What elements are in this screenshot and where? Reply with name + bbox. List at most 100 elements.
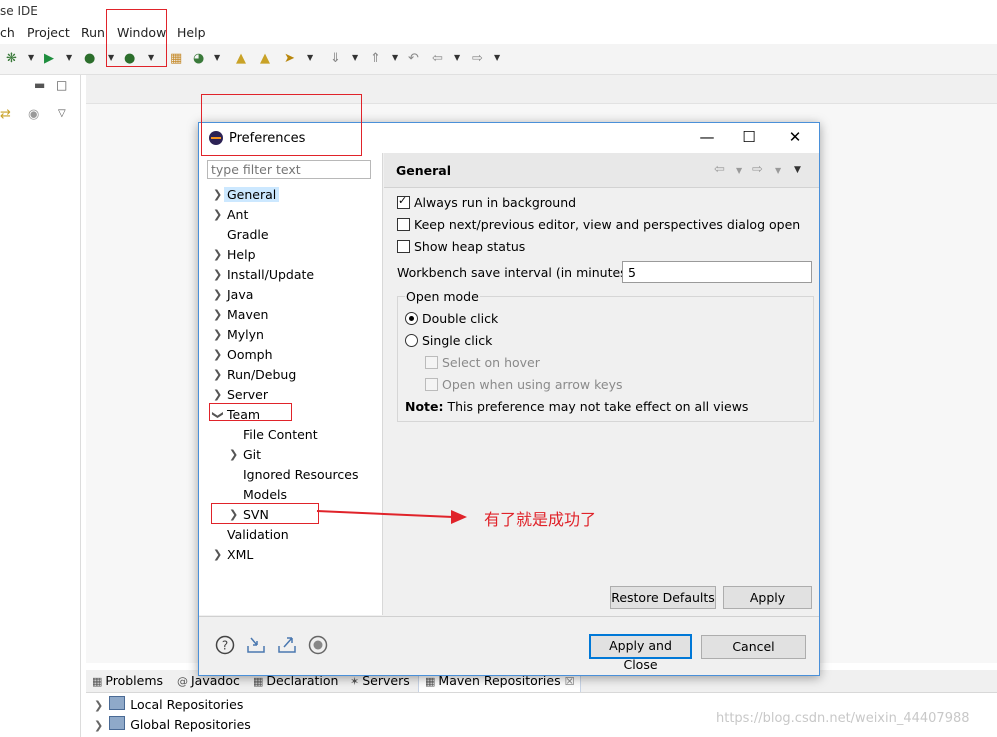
chevron-down-icon[interactable]: ▼ (352, 53, 358, 62)
chevron-right-icon[interactable]: ❯ (213, 266, 222, 284)
chevron-down-icon[interactable]: ▼ (66, 53, 72, 62)
link-editor-icon[interactable]: ⇄ (0, 107, 11, 122)
keep-next-prev-checkbox[interactable]: Keep next/previous editor, view and pers… (397, 217, 800, 232)
tree-item-general[interactable]: ❯ General (213, 186, 280, 204)
forward-icon[interactable]: ⇨ (472, 51, 483, 67)
tree-item-file-content[interactable]: File Content (243, 426, 318, 444)
chevron-right-icon[interactable]: ❯ (229, 446, 238, 464)
next-annotation-icon[interactable]: ⇓ (330, 51, 341, 67)
apply-button[interactable]: Apply (723, 586, 812, 609)
chevron-down-icon[interactable]: ▼ (775, 166, 781, 175)
tree-item-validation[interactable]: Validation (227, 526, 289, 544)
menu-search[interactable]: ch (0, 25, 15, 40)
tree-item-java[interactable]: ❯ Java (213, 286, 253, 304)
import-icon[interactable] (246, 635, 266, 655)
chevron-right-icon[interactable]: ❯ (213, 546, 222, 564)
export-icon[interactable] (277, 635, 297, 655)
show-heap-checkbox[interactable]: Show heap status (397, 239, 525, 254)
view-menu-icon[interactable]: ▽ (58, 108, 66, 119)
minimize-icon[interactable]: ▬ (34, 78, 45, 92)
back-icon[interactable]: ⇦ (714, 162, 725, 177)
forward-icon[interactable]: ⇨ (752, 162, 763, 177)
checkbox-checked-icon[interactable] (397, 194, 410, 209)
chevron-right-icon[interactable]: ❯ (213, 206, 222, 224)
tree-item-server[interactable]: ❯ Server (213, 386, 268, 404)
menu-run[interactable]: Run (81, 25, 105, 40)
chevron-right-icon[interactable]: ❯ (213, 386, 222, 404)
tree-item-mylyn[interactable]: ❯ Mylyn (213, 326, 264, 344)
coverage-icon[interactable]: ● (84, 51, 95, 67)
tree-item-global-repositories[interactable]: ❯ Global Repositories (94, 716, 251, 732)
open-folder-icon[interactable]: ▲ (260, 51, 270, 67)
package-icon[interactable]: ▦ (170, 51, 182, 67)
chevron-right-icon[interactable]: ❯ (94, 699, 103, 712)
tree-item-models[interactable]: Models (243, 486, 287, 504)
checkbox-icon[interactable] (425, 356, 438, 369)
tree-item-oomph[interactable]: ❯ Oomph (213, 346, 273, 364)
tree-item-ant[interactable]: ❯ Ant (213, 206, 248, 224)
chevron-right-icon[interactable]: ❯ (94, 719, 103, 732)
double-click-radio[interactable]: Double click (405, 311, 498, 326)
checkbox-icon[interactable] (425, 378, 438, 391)
back-icon[interactable]: ⇦ (432, 51, 443, 67)
chevron-right-icon[interactable]: ❯ (213, 186, 222, 204)
chevron-right-icon[interactable]: ❯ (213, 306, 222, 324)
repository-icon (109, 716, 126, 730)
radio-icon[interactable] (405, 334, 418, 347)
new-class-icon[interactable]: ◕ (193, 51, 204, 67)
always-run-background-checkbox[interactable]: Always run in background (397, 194, 576, 210)
save-interval-input[interactable] (622, 261, 812, 283)
menu-help[interactable]: Help (177, 25, 206, 40)
single-click-radio[interactable]: Single click (405, 333, 492, 348)
chevron-right-icon[interactable]: ❯ (213, 346, 222, 364)
minimize-button[interactable]: — (695, 127, 719, 147)
tree-item-install-update[interactable]: ❯ Install/Update (213, 266, 314, 284)
chevron-down-icon[interactable]: ▼ (28, 53, 34, 62)
tree-item-maven[interactable]: ❯ Maven (213, 306, 268, 324)
chevron-down-icon[interactable]: ▼ (736, 166, 742, 175)
prev-annotation-icon[interactable]: ⇑ (370, 51, 381, 67)
maximize-button[interactable]: ☐ (737, 127, 761, 147)
filter-input[interactable] (207, 160, 371, 179)
maximize-icon[interactable]: □ (56, 78, 67, 92)
chevron-right-icon[interactable]: ❯ (213, 326, 222, 344)
checkbox-icon[interactable] (397, 240, 410, 253)
note-text: Note: This preference may not take effec… (405, 399, 749, 414)
watermark: https://blog.csdn.net/weixin_44407988 (716, 711, 970, 726)
chevron-down-icon[interactable]: ▼ (454, 53, 460, 62)
debug-icon[interactable]: ❋ (6, 51, 17, 67)
menu-project[interactable]: Project (27, 25, 70, 40)
record-icon[interactable] (308, 635, 328, 655)
chevron-down-icon[interactable]: ▼ (214, 53, 220, 62)
radio-selected-icon[interactable] (405, 312, 418, 325)
checkbox-icon[interactable] (397, 218, 410, 231)
chevron-right-icon[interactable]: ❯ (213, 366, 222, 384)
tree-item-run-debug[interactable]: ❯ Run/Debug (213, 366, 296, 384)
tree-item-help[interactable]: ❯ Help (213, 246, 256, 264)
chevron-down-icon[interactable]: ▼ (307, 53, 313, 62)
search-icon[interactable]: ➤ (284, 51, 295, 67)
help-icon[interactable]: ? (215, 635, 235, 655)
view-menu-icon[interactable]: ▼ (794, 165, 801, 175)
open-type-icon[interactable]: ▲ (236, 51, 246, 67)
last-edit-icon[interactable]: ↶ (408, 51, 419, 67)
collapse-icon[interactable]: ◉ (28, 107, 39, 122)
tree-item-xml[interactable]: ❯ XML (213, 546, 253, 564)
run-icon[interactable]: ▶ (44, 51, 54, 67)
chevron-down-icon[interactable]: ▼ (392, 53, 398, 62)
tree-item-git[interactable]: ❯ Git (229, 446, 261, 464)
close-button[interactable]: ✕ (783, 127, 807, 147)
tree-item-gradle[interactable]: Gradle (227, 226, 269, 244)
tab-problems[interactable]: ▦ Problems (92, 673, 163, 688)
select-on-hover-checkbox[interactable]: Select on hover (425, 355, 540, 370)
open-arrow-keys-checkbox[interactable]: Open when using arrow keys (425, 377, 623, 392)
chevron-down-icon[interactable]: ▼ (494, 53, 500, 62)
apply-and-close-button[interactable]: Apply and Close (589, 634, 692, 672)
restore-defaults-button[interactable]: Restore Defaults (610, 586, 716, 609)
close-icon[interactable]: ☒ (565, 675, 575, 688)
chevron-right-icon[interactable]: ❯ (213, 246, 222, 264)
chevron-right-icon[interactable]: ❯ (213, 286, 222, 304)
tree-item-local-repositories[interactable]: ❯ Local Repositories (94, 696, 243, 712)
tree-item-ignored-resources[interactable]: Ignored Resources (243, 466, 359, 484)
cancel-button[interactable]: Cancel (701, 635, 806, 659)
